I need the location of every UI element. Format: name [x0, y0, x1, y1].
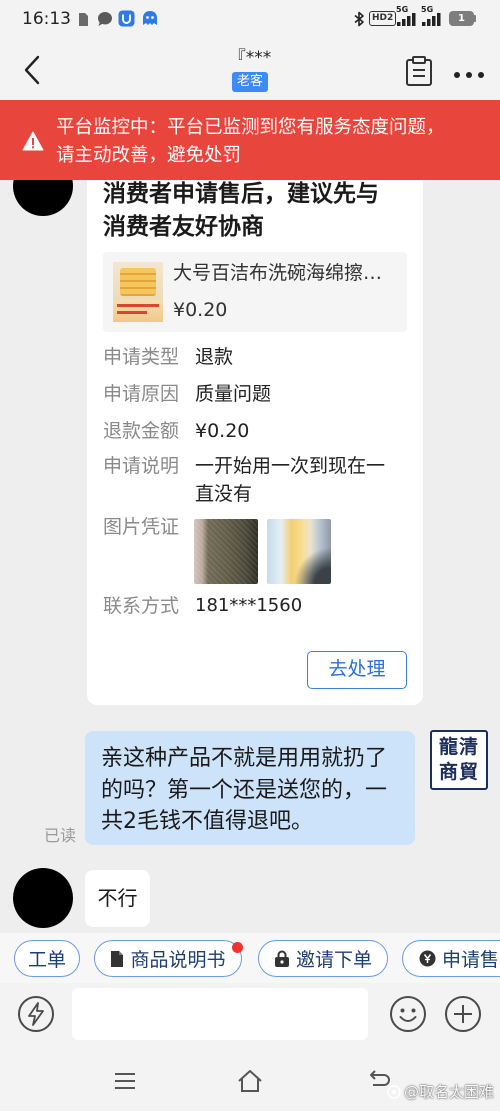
home-icon[interactable]: [236, 1068, 264, 1094]
field-label: 退款金额: [103, 420, 180, 442]
field-value: 一开始用一次到现在一直没有: [195, 455, 386, 505]
more-icon: [454, 72, 484, 78]
buyer-message-bubble: 不行: [85, 870, 150, 927]
bluetooth-icon: [354, 11, 364, 27]
aftersale-request-card: 消费者申请售后，建议先与消费者友好协商 大号百洁布洗碗海绵擦… ¥0.20 申请…: [87, 150, 423, 705]
quick-action-label: 申请售: [442, 949, 500, 971]
battery-nub: [474, 15, 476, 22]
quick-action-product-manual[interactable]: 商品说明书: [94, 940, 243, 977]
contact-phone: 181***1560: [195, 595, 303, 616]
quick-actions-bar: 工单 商品说明书 邀请下单 申请售: [0, 933, 500, 983]
field-value: 质量问题: [195, 383, 272, 405]
seller-message-bubble: 亲这种产品不就是用用就扔了的吗？第一个还是送您的，一共2毛钱不值得退吧。: [85, 731, 415, 845]
field-contact: 联系方式 181***1560: [103, 592, 407, 620]
field-label: 图片凭证: [103, 516, 180, 538]
field-label: 申请类型: [103, 346, 180, 368]
quick-action-label: 工单: [27, 949, 66, 971]
signal-icon: [397, 13, 416, 26]
seller-avatar-logo[interactable]: 龍清 商貿: [430, 730, 488, 790]
status-bar: 16:13 HD2 5G 5G 1: [0, 0, 500, 38]
battery-icon: 1: [449, 11, 474, 26]
status-time: 16:13: [22, 9, 71, 29]
unread-dot: [232, 942, 243, 953]
alert-text: 平台监控中：平台已监测到您有服务态度问题，请主动改善，避免处罚: [56, 117, 445, 166]
quick-action-apply-aftersale[interactable]: 申请售: [402, 940, 500, 977]
field-refund-reason: 申请原因 质量问题: [103, 380, 407, 408]
system-nav-bar: @取名太困难: [0, 1050, 500, 1111]
field-label: 申请说明: [103, 455, 180, 477]
quick-action-label: 邀请下单: [295, 949, 372, 971]
service-alert-banner: 平台监控中：平台已监测到您有服务态度问题，请主动改善，避免处罚: [0, 100, 500, 180]
yen-icon: [419, 950, 436, 967]
plus-icon[interactable]: [444, 995, 482, 1033]
product-name: 大号百洁布洗碗海绵擦…: [173, 262, 383, 284]
product-thumbnail: [113, 262, 163, 322]
field-description: 申请说明 一开始用一次到现在一直没有: [103, 452, 407, 508]
emoji-icon[interactable]: [389, 995, 427, 1033]
thumbnail-sponge-shape: [120, 268, 156, 296]
chat-app-icon: [143, 11, 157, 25]
read-status: 已读: [44, 826, 77, 845]
message-icon: [98, 12, 112, 26]
lightning-icon[interactable]: [17, 995, 55, 1033]
handle-request-button[interactable]: 去处理: [307, 651, 407, 689]
watermark-logo-icon: [387, 1085, 401, 1099]
seller-message-text: 亲这种产品不就是用用就扔了的吗？第一个还是送您的，一共2毛钱不值得退吧。: [101, 746, 388, 834]
composer-bar: [0, 983, 500, 1050]
field-value: ¥0.20: [195, 420, 250, 442]
menu-icon[interactable]: [113, 1072, 137, 1090]
watermark: @取名太困难: [387, 1083, 494, 1101]
field-refund-amount: 退款金额 ¥0.20: [103, 417, 407, 445]
field-label: 申请原因: [103, 383, 180, 405]
card-title: 消费者申请售后，建议先与消费者友好协商: [103, 181, 379, 240]
field-label: 联系方式: [103, 595, 180, 617]
clipboard-icon: [406, 56, 432, 86]
warning-icon: [22, 131, 44, 151]
thumbnail-stripe: [117, 311, 147, 314]
order-info-button[interactable]: [405, 56, 433, 86]
more-button[interactable]: [452, 65, 486, 78]
evidence-image[interactable]: [267, 519, 331, 584]
quick-action-invite-order[interactable]: 邀请下单: [258, 940, 388, 977]
thumbnail-stripe: [117, 304, 159, 307]
logo-text: 商貿: [438, 761, 479, 783]
chat-header: 『*** 老客: [0, 38, 500, 100]
product-price: ¥0.20: [173, 299, 228, 321]
field-value: 退款: [195, 346, 234, 368]
field-refund-type: 申请类型 退款: [103, 343, 407, 371]
watermark-text: @取名太困难: [403, 1083, 494, 1101]
hd-voice-indicator: HD2: [369, 11, 397, 26]
signal-icon: [422, 13, 441, 26]
document-icon: [111, 950, 124, 967]
quick-action-label: 商品说明书: [130, 949, 226, 971]
message-input[interactable]: [72, 988, 368, 1040]
evidence-image[interactable]: [194, 519, 258, 584]
logo-text: 龍清: [438, 736, 479, 758]
product-row[interactable]: 大号百洁布洗碗海绵擦… ¥0.20: [103, 252, 407, 332]
lock-bag-icon: [274, 950, 289, 967]
buyer-avatar[interactable]: [13, 868, 73, 928]
sim-card-icon: [79, 13, 88, 26]
customer-badge: 老客: [232, 72, 268, 92]
quick-action-ticket[interactable]: 工单: [14, 940, 80, 977]
app-notification-icon: [118, 10, 135, 27]
